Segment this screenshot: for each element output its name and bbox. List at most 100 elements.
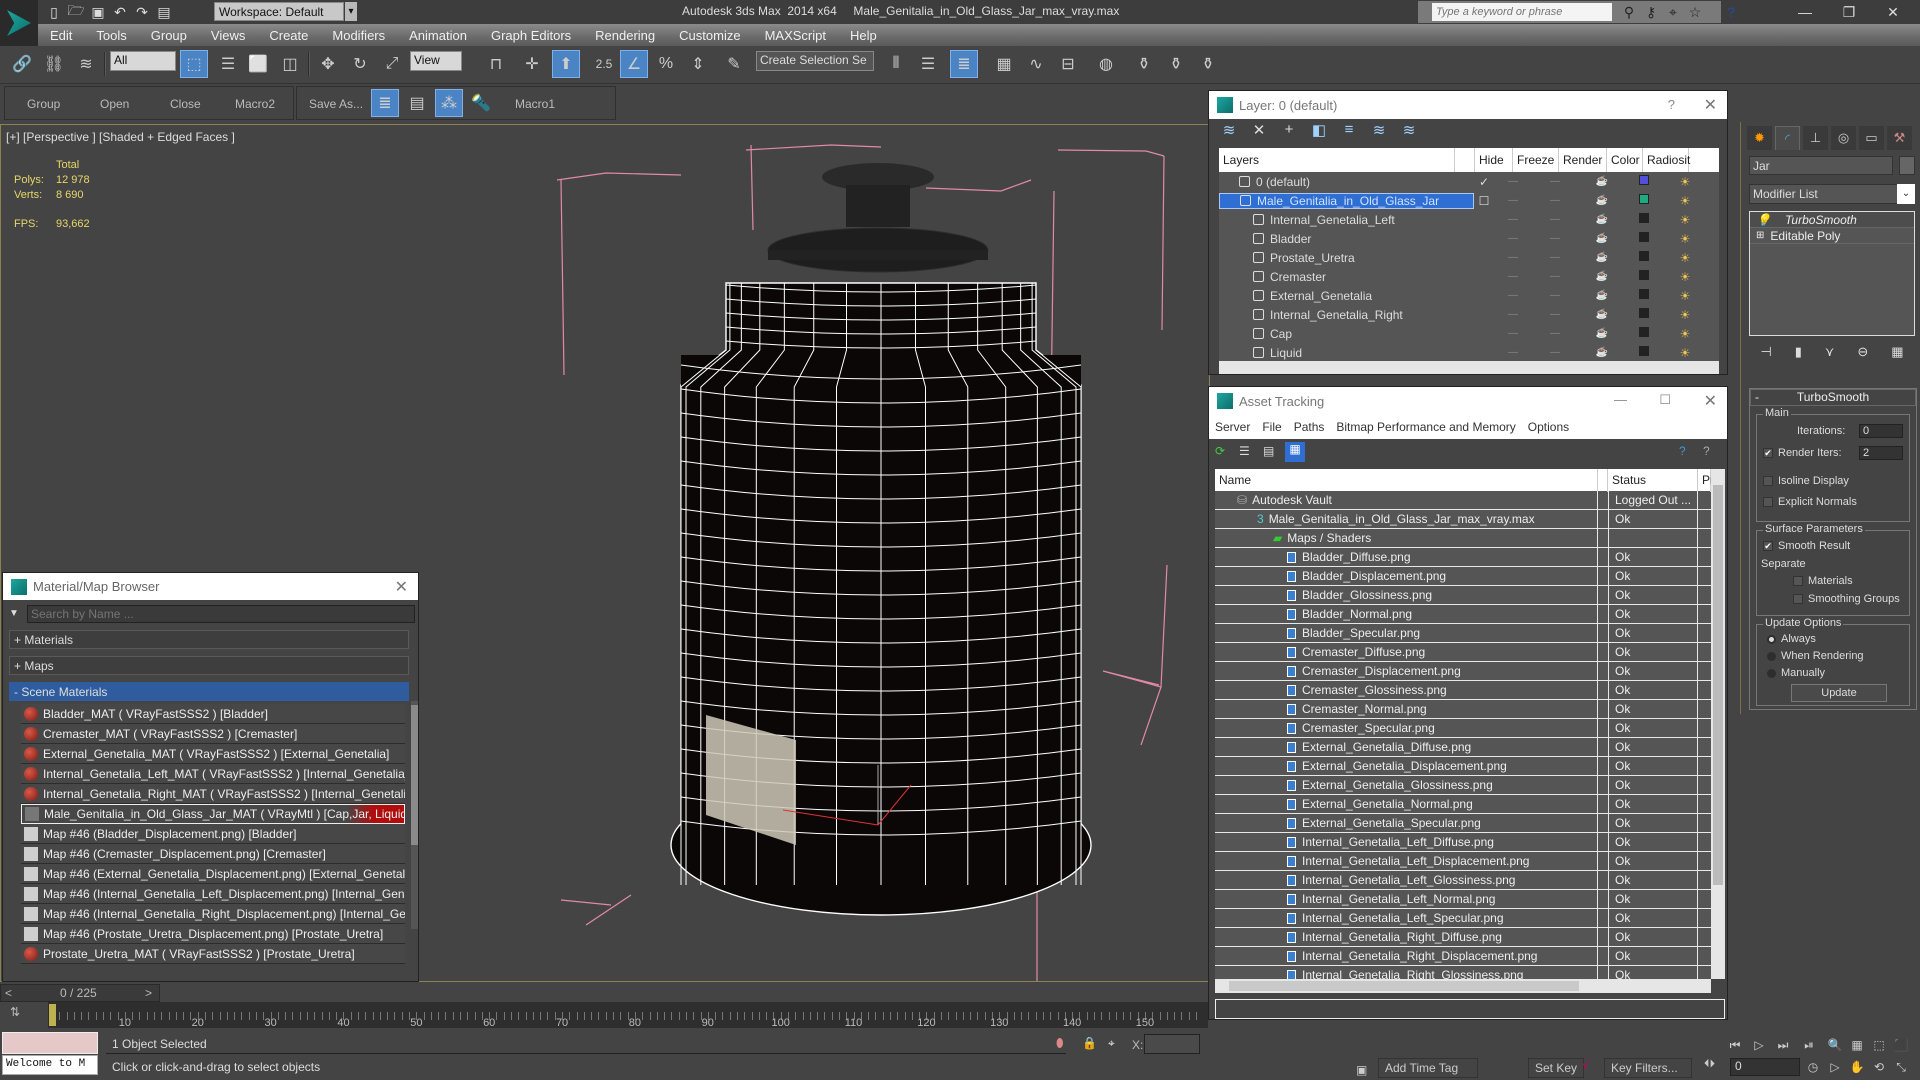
layer-color-swatch[interactable]	[1639, 308, 1649, 318]
layer-row[interactable]: 0 (default) ✓ — — ☕ ☀	[1219, 172, 1719, 191]
layer-manager-icon[interactable]: ≣	[950, 50, 978, 78]
next-frame-icon[interactable]: >	[145, 986, 152, 1000]
menu-rendering[interactable]: Rendering	[583, 28, 667, 43]
asset-row[interactable]: Bladder_Displacement.png Ok	[1215, 566, 1711, 586]
pivot-center-icon[interactable]: ⊓	[482, 50, 510, 78]
vault-help-icon[interactable]: ?	[1679, 444, 1686, 458]
object-name-field[interactable]	[1749, 156, 1893, 175]
radiosity-icon[interactable]: ☀	[1662, 289, 1708, 303]
help-button[interactable]: ?	[1668, 97, 1675, 112]
render-teapot-icon[interactable]: ☕	[1578, 252, 1626, 263]
spinner-snap-icon[interactable]: ⇕	[684, 50, 712, 78]
close-icon[interactable]: ✕	[1878, 3, 1908, 21]
smooth-result-checkbox[interactable]: ✔	[1763, 541, 1773, 552]
track-bar[interactable]: 0102030405060708090100110120130140150	[48, 1002, 1208, 1029]
display-tab-icon[interactable]: ▭	[1859, 126, 1884, 150]
menu-maxscript[interactable]: MAXScript	[753, 28, 838, 43]
tree-view-icon[interactable]: ▤	[1263, 444, 1274, 458]
modifier-list-dropdown[interactable]: Modifier List	[1749, 184, 1915, 204]
add-time-tag-button[interactable]: Add Time Tag	[1378, 1058, 1478, 1078]
layer-row[interactable]: Bladder — — ☕ ☀	[1219, 229, 1719, 248]
zoom-extents-icon[interactable]: ⬚	[1870, 1036, 1888, 1054]
hide-toggle[interactable]: —	[1494, 290, 1532, 301]
asset-row[interactable]: Bladder_Specular.png Ok	[1215, 623, 1711, 643]
render-teapot-icon[interactable]: ☕	[1578, 290, 1626, 301]
keyword-search-input[interactable]	[1432, 3, 1612, 21]
asset-row[interactable]: External_Genetalia_Glossiness.png Ok	[1215, 775, 1711, 795]
material-list-item[interactable]: Cremaster_MAT ( VRayFastSSS2 ) [Cremaste…	[21, 724, 405, 744]
layer-row[interactable]: External_Genetalia — — ☕ ☀	[1219, 286, 1719, 305]
freeze-all-layers-icon[interactable]: ≋	[1399, 121, 1419, 141]
maximize-viewport-icon[interactable]: ⤡	[1892, 1058, 1910, 1076]
layer-row[interactable]: Cap — — ☕ ☀	[1219, 324, 1719, 343]
freeze-toggle[interactable]: —	[1532, 176, 1578, 187]
maps-group[interactable]: + Maps	[9, 656, 409, 675]
asset-row[interactable]: Internal_Genetalia_Right_Glossiness.png O…	[1215, 965, 1711, 979]
render-teapot-icon[interactable]: ☕	[1578, 328, 1626, 339]
material-browser-scrollbar[interactable]	[411, 701, 418, 929]
material-editor-icon[interactable]: ◍	[1092, 50, 1120, 78]
asset-row[interactable]: External_Genetalia_Diffuse.png Ok	[1215, 737, 1711, 757]
asset-menu-options[interactable]: Options	[1528, 420, 1569, 434]
collapse-icon[interactable]: -	[1755, 390, 1759, 405]
menu-customize[interactable]: Customize	[667, 28, 752, 43]
binoculars-icon[interactable]: ⚲	[1620, 3, 1638, 21]
create-tab-icon[interactable]: ✹	[1747, 126, 1772, 150]
move-icon[interactable]: ✥	[314, 50, 342, 78]
close-icon[interactable]: ✕	[1704, 391, 1717, 411]
layer-row[interactable]: Cremaster — — ☕ ☀	[1219, 267, 1719, 286]
rollout-title[interactable]: - TurboSmooth	[1750, 389, 1916, 406]
open-button[interactable]: Open	[100, 97, 129, 111]
materials-checkbox[interactable]	[1793, 576, 1803, 587]
hide-toggle[interactable]: —	[1494, 252, 1532, 263]
key-mode-toggle-icon[interactable]: ⏴⏵	[1704, 1058, 1715, 1071]
isolate-selection-icon[interactable]: ⬮	[1056, 1036, 1064, 1051]
col-status[interactable]: Status	[1608, 469, 1698, 492]
layer-row[interactable]: Prostate_Uretra — — ☕ ☀	[1219, 248, 1719, 267]
render-teapot-icon[interactable]: ☕	[1578, 309, 1626, 320]
zoom-all-icon[interactable]: ▦	[1848, 1036, 1866, 1054]
menu-group[interactable]: Group	[139, 28, 199, 43]
keyboard-shortcut-override-icon[interactable]: ⬆	[552, 50, 580, 78]
help-icon[interactable]: ?	[1722, 3, 1740, 21]
layer-name-cell[interactable]: Liquid	[1219, 346, 1474, 360]
make-unique-icon[interactable]: ⋎	[1825, 344, 1835, 366]
layer-name-cell[interactable]: Internal_Genetalia_Left	[1219, 213, 1474, 227]
freeze-toggle[interactable]: —	[1532, 195, 1578, 206]
satellite-icon[interactable]: ⌖	[1664, 3, 1682, 21]
menu-create[interactable]: Create	[257, 28, 320, 43]
help-icon[interactable]: ?	[1703, 444, 1710, 458]
radiosity-icon[interactable]: ☀	[1662, 251, 1708, 265]
freeze-toggle[interactable]: —	[1532, 328, 1578, 339]
close-icon[interactable]: ✕	[1704, 95, 1717, 115]
restore-icon[interactable]: ❐	[1834, 3, 1864, 21]
minimize-icon[interactable]: —	[1614, 392, 1627, 407]
key-mode-icon[interactable]: ⏯	[1800, 1036, 1818, 1054]
layer-color-cell[interactable]	[1626, 308, 1662, 321]
update-button[interactable]: Update	[1791, 684, 1887, 702]
iterations-spinner[interactable]: 0	[1859, 424, 1903, 438]
asset-row[interactable]: Bladder_Normal.png Ok	[1215, 604, 1711, 624]
layer-color-swatch[interactable]	[1639, 327, 1649, 337]
menu-animation[interactable]: Animation	[397, 28, 479, 43]
asset-path-field[interactable]	[1215, 999, 1725, 1019]
snaps-toggle-icon[interactable]: 2.5	[590, 50, 618, 78]
select-manipulate-icon[interactable]: ✛	[518, 50, 546, 78]
asset-row[interactable]: Cremaster_Specular.png Ok	[1215, 718, 1711, 738]
current-layer-toggle[interactable]: ☐	[1474, 194, 1494, 208]
bind-space-warp-icon[interactable]: ≋	[72, 50, 100, 78]
asset-row[interactable]: Bladder_Diffuse.png Ok	[1215, 547, 1711, 567]
asset-row[interactable]: Cremaster_Glossiness.png Ok	[1215, 680, 1711, 700]
menu-modifiers[interactable]: Modifiers	[320, 28, 397, 43]
hide-toggle[interactable]: —	[1494, 328, 1532, 339]
menu-graph-editors[interactable]: Graph Editors	[479, 28, 583, 43]
material-list-item[interactable]: Prostate_Uretra_MAT ( VRayFastSSS2 ) [Pr…	[21, 944, 405, 964]
material-list-item[interactable]: Map #46 (Bladder_Displacement.png) [Blad…	[21, 824, 405, 844]
menu-help[interactable]: Help	[838, 28, 889, 43]
mirror-icon[interactable]: ⫴	[882, 50, 910, 78]
material-list-item[interactable]: Map #46 (Internal_Genetalia_Left_Displac…	[21, 884, 405, 904]
render-production-icon[interactable]: ⚱	[1194, 50, 1222, 78]
current-frame-field[interactable]: 0	[1730, 1058, 1800, 1076]
highlight-layer-icon[interactable]: ≡	[1339, 121, 1359, 141]
col-radiosity[interactable]: Radiosit	[1643, 148, 1690, 172]
